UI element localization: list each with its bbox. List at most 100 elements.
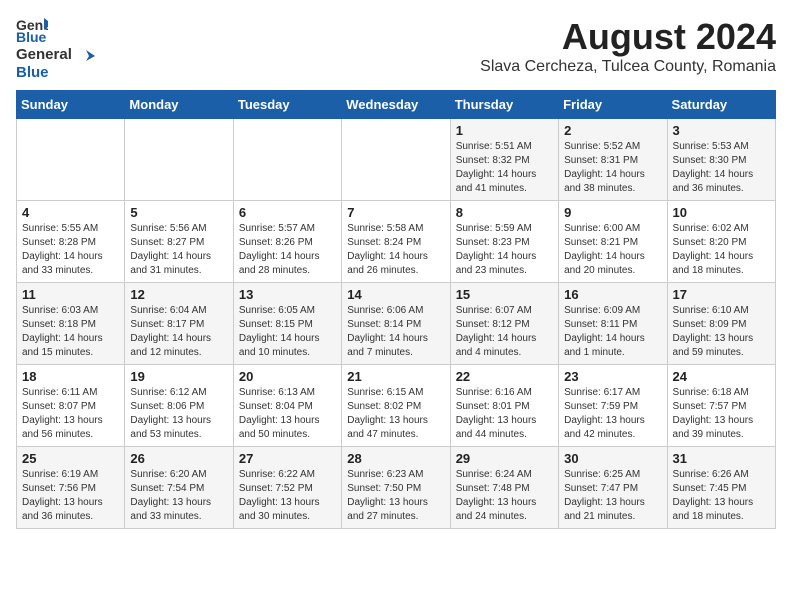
calendar-cell: 4 Sunrise: 5:55 AMSunset: 8:28 PMDaylight…: [17, 201, 125, 283]
logo-blue: Blue: [16, 64, 49, 81]
title-block: August 2024 Slava Cercheza, Tulcea Count…: [480, 16, 776, 76]
day-number: 1: [456, 123, 553, 138]
logo-icon: General Blue: [16, 16, 48, 44]
day-number: 10: [673, 205, 770, 220]
calendar-week-1: 1 Sunrise: 5:51 AMSunset: 8:32 PMDaylight…: [17, 119, 776, 201]
calendar-cell: 14 Sunrise: 6:06 AMSunset: 8:14 PMDayligh…: [342, 283, 450, 365]
day-number: 29: [456, 451, 553, 466]
calendar-cell: 28 Sunrise: 6:23 AMSunset: 7:50 PMDayligh…: [342, 447, 450, 529]
calendar-cell: 6 Sunrise: 5:57 AMSunset: 8:26 PMDaylight…: [233, 201, 341, 283]
calendar-cell: 10 Sunrise: 6:02 AMSunset: 8:20 PMDayligh…: [667, 201, 775, 283]
day-info: Sunrise: 5:51 AMSunset: 8:32 PMDaylight:…: [456, 140, 553, 196]
day-info: Sunrise: 6:24 AMSunset: 7:48 PMDaylight:…: [456, 468, 553, 524]
calendar-cell: [342, 119, 450, 201]
day-number: 3: [673, 123, 770, 138]
day-info: Sunrise: 6:11 AMSunset: 8:07 PMDaylight:…: [22, 386, 119, 442]
day-number: 12: [130, 287, 227, 302]
logo-general: General: [16, 46, 72, 63]
calendar-cell: 23 Sunrise: 6:17 AMSunset: 7:59 PMDayligh…: [559, 365, 667, 447]
day-number: 14: [347, 287, 444, 302]
calendar-cell: [125, 119, 233, 201]
day-info: Sunrise: 6:17 AMSunset: 7:59 PMDaylight:…: [564, 386, 661, 442]
day-number: 24: [673, 369, 770, 384]
weekday-thursday: Thursday: [450, 91, 558, 119]
day-info: Sunrise: 6:13 AMSunset: 8:04 PMDaylight:…: [239, 386, 336, 442]
day-info: Sunrise: 6:16 AMSunset: 8:01 PMDaylight:…: [456, 386, 553, 442]
day-number: 13: [239, 287, 336, 302]
calendar-cell: 5 Sunrise: 5:56 AMSunset: 8:27 PMDaylight…: [125, 201, 233, 283]
day-number: 4: [22, 205, 119, 220]
calendar-cell: 13Sunrise: 6:05 AMSunset: 8:15 PMDayligh…: [233, 283, 341, 365]
day-number: 9: [564, 205, 661, 220]
day-number: 26: [130, 451, 227, 466]
calendar-cell: 27 Sunrise: 6:22 AMSunset: 7:52 PMDayligh…: [233, 447, 341, 529]
calendar-cell: 7Sunrise: 5:58 AMSunset: 8:24 PMDaylight…: [342, 201, 450, 283]
weekday-monday: Monday: [125, 91, 233, 119]
day-number: 28: [347, 451, 444, 466]
logo-bird-icon: [77, 48, 95, 62]
calendar-cell: 3 Sunrise: 5:53 AMSunset: 8:30 PMDaylight…: [667, 119, 775, 201]
day-number: 31: [673, 451, 770, 466]
day-info: Sunrise: 6:15 AMSunset: 8:02 PMDaylight:…: [347, 386, 444, 442]
calendar-header: SundayMondayTuesdayWednesdayThursdayFrid…: [17, 91, 776, 119]
day-number: 15: [456, 287, 553, 302]
day-info: Sunrise: 6:10 AMSunset: 8:09 PMDaylight:…: [673, 304, 770, 360]
weekday-friday: Friday: [559, 91, 667, 119]
calendar-cell: [17, 119, 125, 201]
day-info: Sunrise: 5:57 AMSunset: 8:26 PMDaylight:…: [239, 222, 336, 278]
day-number: 17: [673, 287, 770, 302]
day-info: Sunrise: 6:20 AMSunset: 7:54 PMDaylight:…: [130, 468, 227, 524]
day-number: 27: [239, 451, 336, 466]
calendar-cell: 25 Sunrise: 6:19 AMSunset: 7:56 PMDayligh…: [17, 447, 125, 529]
calendar-cell: 24 Sunrise: 6:18 AMSunset: 7:57 PMDayligh…: [667, 365, 775, 447]
calendar-title: August 2024: [480, 16, 776, 58]
weekday-header-row: SundayMondayTuesdayWednesdayThursdayFrid…: [17, 91, 776, 119]
day-info: Sunrise: 6:04 AMSunset: 8:17 PMDaylight:…: [130, 304, 227, 360]
day-number: 22: [456, 369, 553, 384]
calendar-cell: 9Sunrise: 6:00 AMSunset: 8:21 PMDaylight…: [559, 201, 667, 283]
day-number: 18: [22, 369, 119, 384]
day-info: Sunrise: 6:02 AMSunset: 8:20 PMDaylight:…: [673, 222, 770, 278]
day-number: 16: [564, 287, 661, 302]
day-info: Sunrise: 5:56 AMSunset: 8:27 PMDaylight:…: [130, 222, 227, 278]
calendar-week-5: 25 Sunrise: 6:19 AMSunset: 7:56 PMDayligh…: [17, 447, 776, 529]
calendar-cell: 15 Sunrise: 6:07 AMSunset: 8:12 PMDayligh…: [450, 283, 558, 365]
calendar-week-3: 11Sunrise: 6:03 AMSunset: 8:18 PMDayligh…: [17, 283, 776, 365]
weekday-tuesday: Tuesday: [233, 91, 341, 119]
day-info: Sunrise: 5:52 AMSunset: 8:31 PMDaylight:…: [564, 140, 661, 196]
calendar-cell: 11Sunrise: 6:03 AMSunset: 8:18 PMDayligh…: [17, 283, 125, 365]
day-info: Sunrise: 6:06 AMSunset: 8:14 PMDaylight:…: [347, 304, 444, 360]
calendar-cell: 19Sunrise: 6:12 AMSunset: 8:06 PMDayligh…: [125, 365, 233, 447]
weekday-wednesday: Wednesday: [342, 91, 450, 119]
day-number: 23: [564, 369, 661, 384]
day-info: Sunrise: 6:18 AMSunset: 7:57 PMDaylight:…: [673, 386, 770, 442]
calendar-cell: 26 Sunrise: 6:20 AMSunset: 7:54 PMDayligh…: [125, 447, 233, 529]
day-info: Sunrise: 6:22 AMSunset: 7:52 PMDaylight:…: [239, 468, 336, 524]
day-number: 25: [22, 451, 119, 466]
calendar-cell: 8Sunrise: 5:59 AMSunset: 8:23 PMDaylight…: [450, 201, 558, 283]
day-info: Sunrise: 6:07 AMSunset: 8:12 PMDaylight:…: [456, 304, 553, 360]
day-info: Sunrise: 6:23 AMSunset: 7:50 PMDaylight:…: [347, 468, 444, 524]
day-info: Sunrise: 5:53 AMSunset: 8:30 PMDaylight:…: [673, 140, 770, 196]
calendar-cell: 18 Sunrise: 6:11 AMSunset: 8:07 PMDayligh…: [17, 365, 125, 447]
logo: General Blue General Blue: [16, 16, 96, 82]
calendar-table: SundayMondayTuesdayWednesdayThursdayFrid…: [16, 90, 776, 529]
calendar-body: 1 Sunrise: 5:51 AMSunset: 8:32 PMDaylight…: [17, 119, 776, 529]
calendar-cell: [233, 119, 341, 201]
day-number: 2: [564, 123, 661, 138]
day-number: 5: [130, 205, 227, 220]
day-number: 30: [564, 451, 661, 466]
svg-text:Blue: Blue: [16, 29, 47, 44]
day-info: Sunrise: 6:19 AMSunset: 7:56 PMDaylight:…: [22, 468, 119, 524]
day-info: Sunrise: 6:09 AMSunset: 8:11 PMDaylight:…: [564, 304, 661, 360]
calendar-cell: 31Sunrise: 6:26 AMSunset: 7:45 PMDayligh…: [667, 447, 775, 529]
calendar-cell: 12 Sunrise: 6:04 AMSunset: 8:17 PMDayligh…: [125, 283, 233, 365]
page-header: General Blue General Blue August 2024 Sl…: [16, 16, 776, 82]
calendar-cell: 17 Sunrise: 6:10 AMSunset: 8:09 PMDayligh…: [667, 283, 775, 365]
day-info: Sunrise: 5:55 AMSunset: 8:28 PMDaylight:…: [22, 222, 119, 278]
calendar-cell: 2 Sunrise: 5:52 AMSunset: 8:31 PMDaylight…: [559, 119, 667, 201]
day-info: Sunrise: 6:12 AMSunset: 8:06 PMDaylight:…: [130, 386, 227, 442]
day-number: 6: [239, 205, 336, 220]
day-info: Sunrise: 5:58 AMSunset: 8:24 PMDaylight:…: [347, 222, 444, 278]
calendar-cell: 29 Sunrise: 6:24 AMSunset: 7:48 PMDayligh…: [450, 447, 558, 529]
